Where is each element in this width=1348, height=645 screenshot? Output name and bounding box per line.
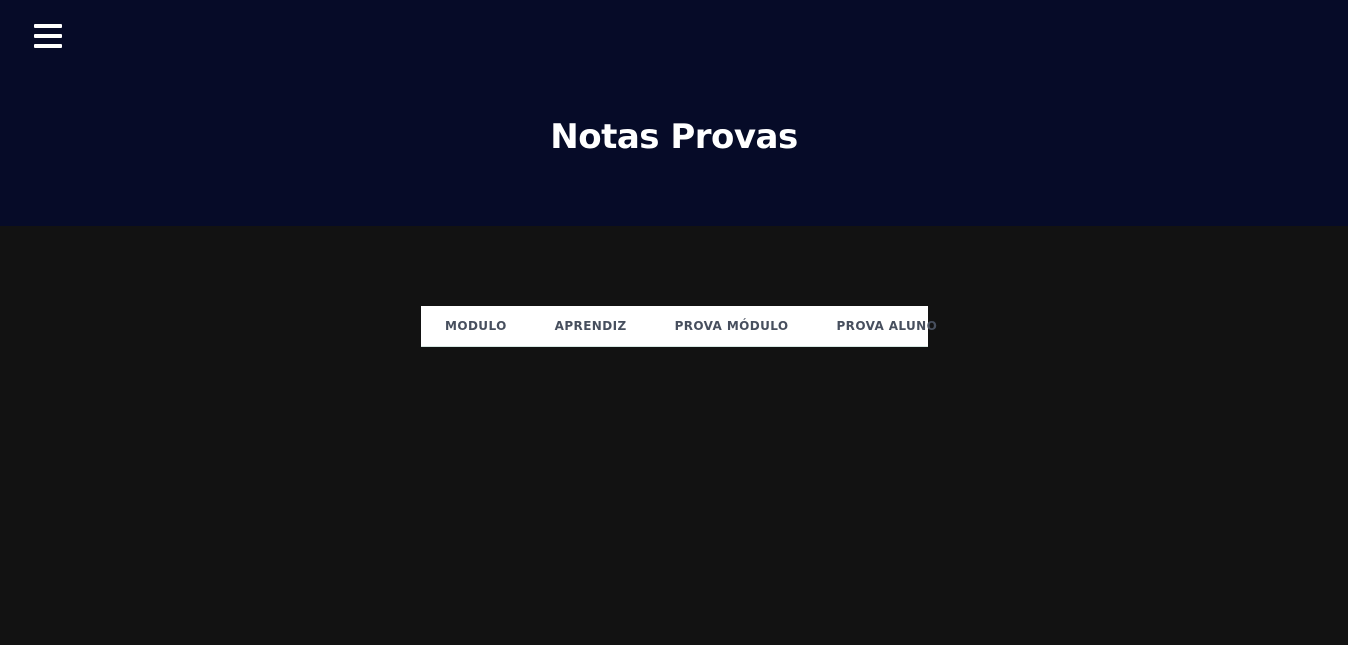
tab-bar: MODULO APRENDIZ PROVA MÓDULO PROVA ALUNO (421, 306, 937, 347)
page-header: Notas Provas (0, 0, 1348, 226)
tab-prova-modulo[interactable]: PROVA MÓDULO (651, 306, 813, 346)
page-title: Notas Provas (550, 117, 798, 157)
menu-bar-top (34, 24, 62, 28)
tab-prova-aluno[interactable]: PROVA ALUNO (812, 306, 961, 346)
tab-aprendiz[interactable]: APRENDIZ (531, 306, 651, 346)
hamburger-menu-icon[interactable] (34, 24, 62, 48)
menu-bar-bottom (34, 44, 62, 48)
menu-bar-middle (34, 34, 62, 38)
tab-modulo[interactable]: MODULO (421, 306, 531, 346)
main-content: MODULO APRENDIZ PROVA MÓDULO PROVA ALUNO (0, 226, 1348, 645)
